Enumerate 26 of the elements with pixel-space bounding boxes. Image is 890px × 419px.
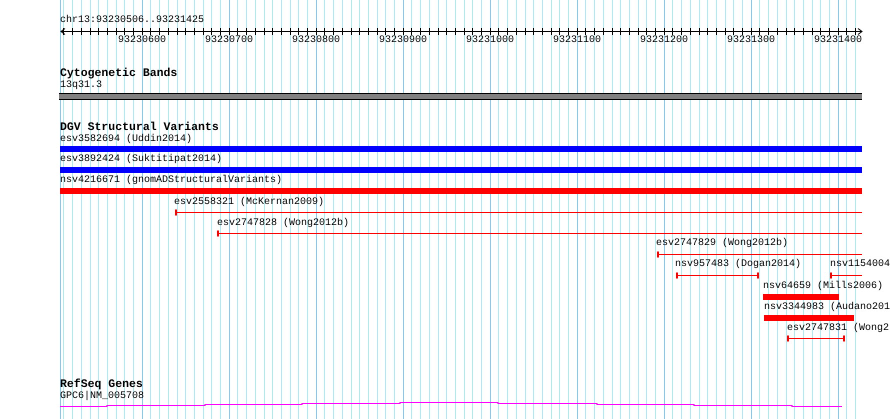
tick-label: 93231100 bbox=[553, 35, 601, 47]
feature-label: esv3892424 (Suktitipat2014) bbox=[60, 154, 222, 166]
feature-label: esv2558321 (McKernan2009) bbox=[174, 197, 324, 209]
feature-label: nsv4216671 (gnomADStructuralVariants) bbox=[60, 175, 282, 187]
track-title: Cytogenetic Bands bbox=[60, 68, 178, 80]
tick-label: 93231200 bbox=[640, 35, 688, 47]
tick-label: 93230800 bbox=[292, 35, 340, 47]
feature-label: nsv957483 (Dogan2014) bbox=[675, 259, 802, 271]
tick-label: 93231000 bbox=[466, 35, 514, 47]
region-label: chr13:93230506..93231425 bbox=[60, 15, 204, 27]
track-title: DGV Structural Variants bbox=[60, 122, 219, 134]
tick-label: 93231400 bbox=[814, 35, 862, 47]
feature-label: GPC6|NM_005708 bbox=[60, 391, 144, 403]
feature-label: esv3582694 (Uddin2014) bbox=[60, 134, 192, 146]
tick-label: 93231300 bbox=[727, 35, 775, 47]
feature-label: esv2747829 (Wong2012b) bbox=[656, 238, 788, 250]
track-title: RefSeq Genes bbox=[60, 379, 143, 391]
feature-label: esv2747831 (Wong2 bbox=[787, 323, 890, 335]
tick-label: 93230900 bbox=[379, 35, 427, 47]
feature-label: nsv1154004 bbox=[830, 259, 890, 271]
tick-label: 93230600 bbox=[118, 35, 166, 47]
feature-label: nsv3344983 (Audano201 bbox=[764, 302, 890, 314]
feature-label: 13q31.3 bbox=[60, 80, 102, 92]
tick-label: 93230700 bbox=[205, 35, 253, 47]
feature-label: nsv64659 (Mills2006) bbox=[763, 281, 884, 293]
feature-label: esv2747828 (Wong2012b) bbox=[217, 218, 350, 230]
